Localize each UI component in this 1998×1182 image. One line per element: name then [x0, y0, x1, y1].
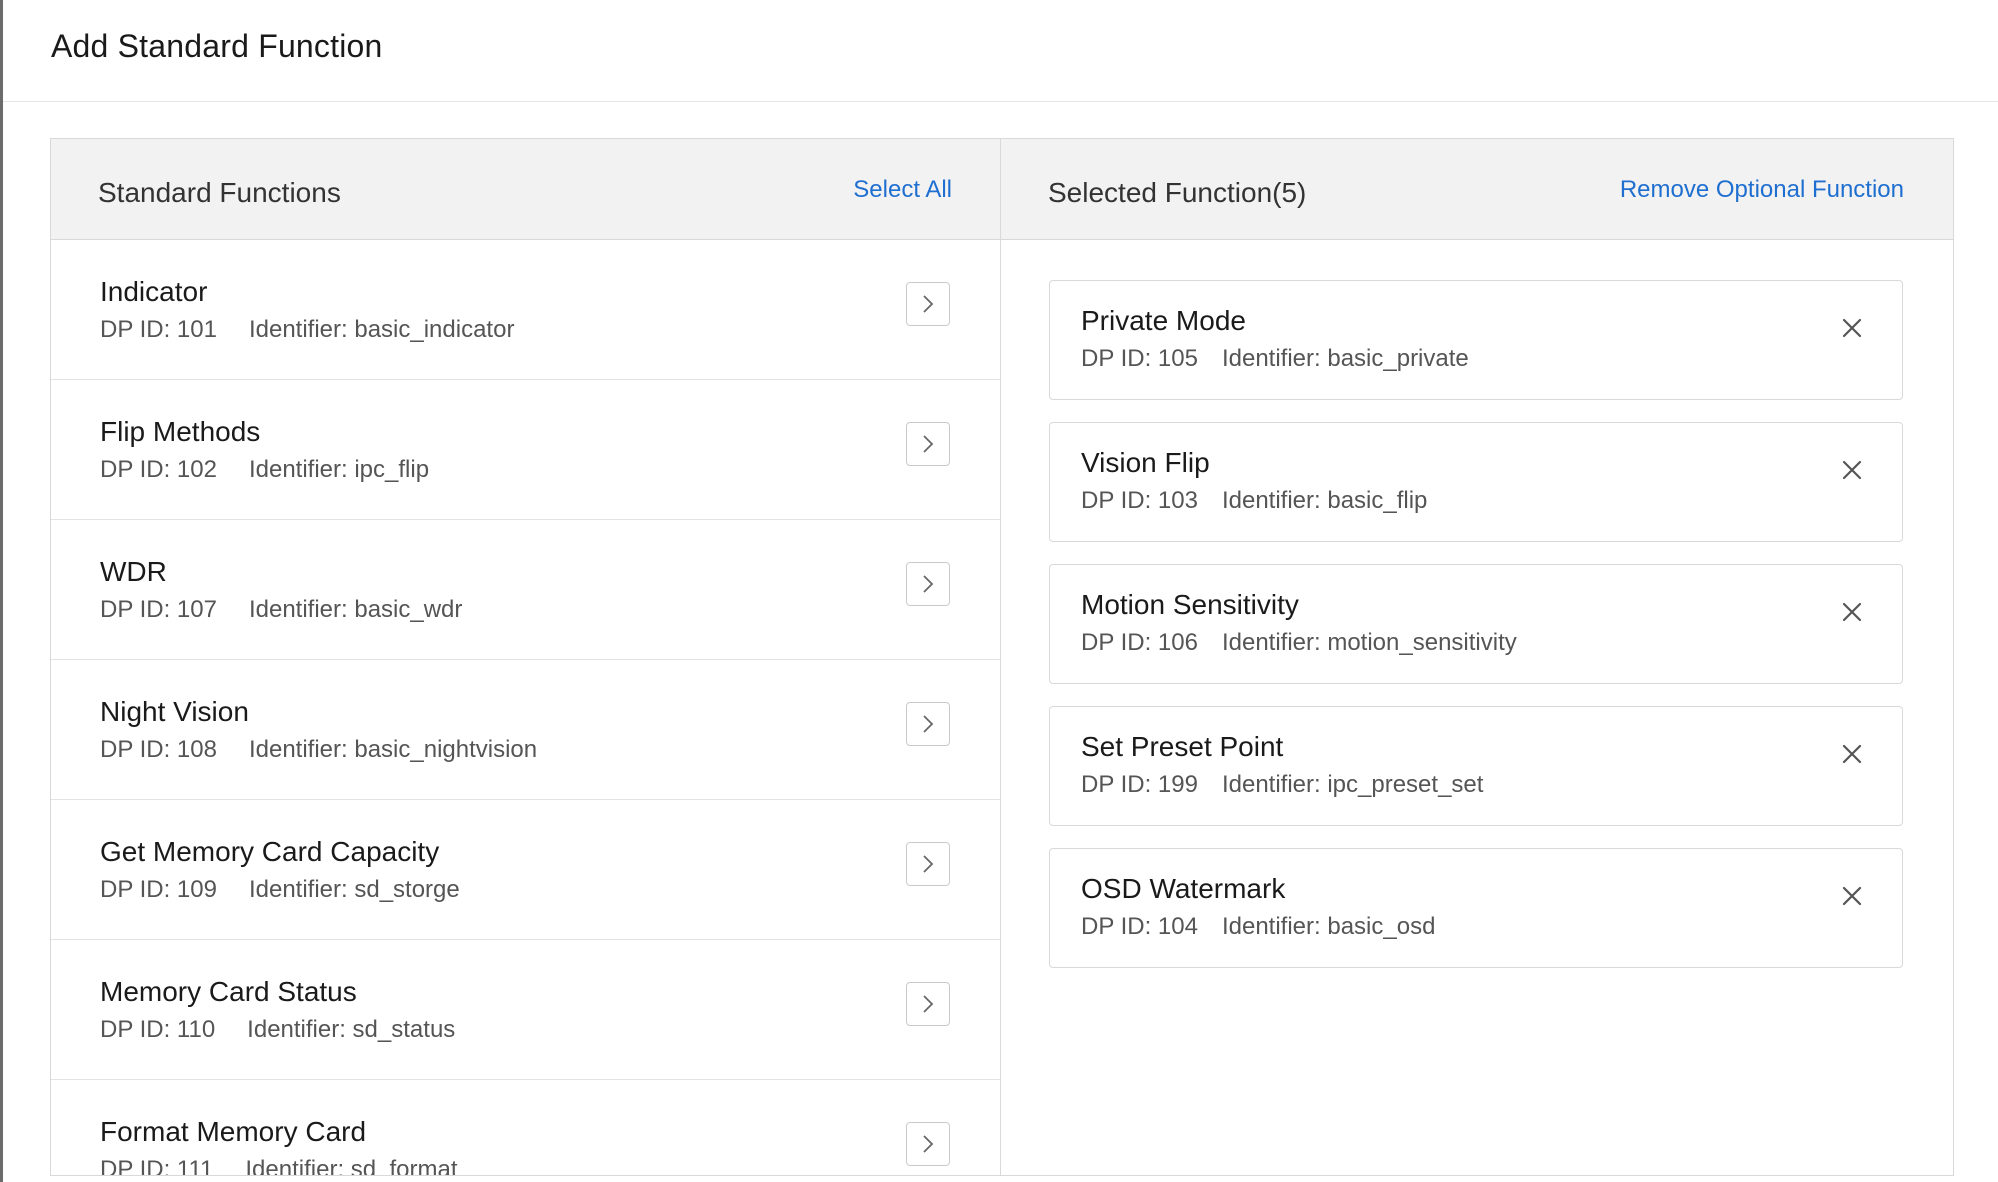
- list-item[interactable]: Get Memory Card Capacity DP ID: 109 Ident…: [51, 800, 1000, 940]
- function-meta: DP ID: 108 Identifier: basic_nightvision: [100, 736, 537, 764]
- transfer-panel: Standard Functions Select All Indicator …: [50, 138, 1954, 1176]
- dp-id: DP ID: 105: [1081, 345, 1198, 372]
- remove-function-button[interactable]: [1835, 595, 1869, 629]
- function-meta: DP ID: 105 Identifier: basic_private: [1081, 345, 1469, 373]
- dp-id: DP ID: 109: [100, 876, 217, 903]
- add-function-button[interactable]: [906, 422, 950, 466]
- dp-id: DP ID: 101: [100, 316, 217, 343]
- function-name: Private Mode: [1081, 305, 1246, 336]
- function-name: Format Memory Card: [100, 1116, 367, 1147]
- standard-functions-header: Standard Functions Select All: [51, 139, 1000, 240]
- dp-id: DP ID: 111: [100, 1156, 214, 1175]
- dp-id: DP ID: 102: [100, 456, 217, 483]
- close-icon: [1842, 602, 1862, 622]
- dp-id: DP ID: 106: [1081, 629, 1198, 656]
- identifier: Identifier: ipc_flip: [248, 456, 430, 483]
- chevron-right-icon: [923, 715, 934, 733]
- chevron-right-icon: [923, 295, 934, 313]
- add-function-button[interactable]: [906, 842, 950, 886]
- selected-function-card: Vision Flip DP ID: 103 Identifier: basic_…: [1049, 422, 1903, 542]
- add-function-button[interactable]: [906, 702, 950, 746]
- selected-function-card: Private Mode DP ID: 105 Identifier: basic…: [1049, 280, 1903, 400]
- list-item[interactable]: Format Memory Card DP ID: 111 Identifier:…: [51, 1080, 1000, 1175]
- function-meta: DP ID: 103 Identifier: basic_flip: [1081, 487, 1427, 515]
- remove-optional-function-link[interactable]: Remove Optional Function: [1620, 176, 1904, 204]
- close-icon: [1842, 318, 1862, 338]
- identifier: Identifier: basic_indicator: [248, 316, 515, 343]
- function-name: Indicator: [100, 276, 208, 307]
- add-function-button[interactable]: [906, 1122, 950, 1166]
- close-icon: [1842, 744, 1862, 764]
- function-name: Night Vision: [100, 696, 249, 727]
- chevron-right-icon: [923, 1135, 934, 1153]
- dp-id: DP ID: 104: [1081, 913, 1198, 940]
- chevron-right-icon: [923, 995, 934, 1013]
- dp-id: DP ID: 199: [1081, 771, 1198, 798]
- function-name: Vision Flip: [1081, 447, 1210, 478]
- selected-function-card: Set Preset Point DP ID: 199 Identifier: i…: [1049, 706, 1903, 826]
- chevron-right-icon: [923, 435, 934, 453]
- function-name: Memory Card Status: [100, 976, 357, 1007]
- function-meta: DP ID: 106 Identifier: motion_sensitivity: [1081, 629, 1517, 657]
- remove-function-button[interactable]: [1835, 453, 1869, 487]
- close-icon: [1842, 886, 1862, 906]
- dp-id: DP ID: 103: [1081, 487, 1198, 514]
- function-name: Motion Sensitivity: [1081, 589, 1299, 620]
- identifier: Identifier: sd_status: [247, 1016, 456, 1043]
- identifier: Identifier: basic_nightvision: [248, 736, 538, 763]
- identifier: Identifier: sd_format: [245, 1156, 458, 1175]
- modal-header: Add Standard Function: [3, 0, 1998, 102]
- list-item[interactable]: Memory Card Status DP ID: 110 Identifier:…: [51, 940, 1000, 1080]
- selected-function-card: OSD Watermark DP ID: 104 Identifier: basi…: [1049, 848, 1903, 968]
- function-name: Set Preset Point: [1081, 731, 1284, 762]
- function-meta: DP ID: 199 Identifier: ipc_preset_set: [1081, 771, 1483, 799]
- selected-functions-header: Selected Function(5) Remove Optional Fun…: [1001, 139, 1953, 240]
- chevron-right-icon: [923, 855, 934, 873]
- standard-functions-list: Indicator DP ID: 101 Identifier: basic_in…: [51, 240, 1000, 1175]
- standard-functions-panel: Standard Functions Select All Indicator …: [51, 139, 1001, 1175]
- dp-id: DP ID: 110: [100, 1016, 216, 1043]
- identifier: Identifier: basic_flip: [1221, 487, 1428, 514]
- remove-function-button[interactable]: [1835, 737, 1869, 771]
- function-name: Get Memory Card Capacity: [100, 836, 440, 867]
- standard-functions-title: Standard Functions: [98, 177, 341, 208]
- window-edge: [0, 0, 3, 1182]
- identifier: Identifier: basic_private: [1221, 345, 1469, 372]
- add-function-button[interactable]: [906, 282, 950, 326]
- identifier: Identifier: motion_sensitivity: [1221, 629, 1517, 656]
- modal-title: Add Standard Function: [51, 28, 383, 64]
- remove-function-button[interactable]: [1835, 311, 1869, 345]
- identifier: Identifier: ipc_preset_set: [1221, 771, 1484, 798]
- chevron-right-icon: [923, 575, 934, 593]
- function-meta: DP ID: 102 Identifier: ipc_flip: [100, 456, 429, 484]
- list-item[interactable]: Night Vision DP ID: 108 Identifier: basic…: [51, 660, 1000, 800]
- selected-function-card: Motion Sensitivity DP ID: 106 Identifier:…: [1049, 564, 1903, 684]
- list-item[interactable]: Flip Methods DP ID: 102 Identifier: ipc_f…: [51, 380, 1000, 520]
- identifier: Identifier: basic_osd: [1221, 913, 1436, 940]
- identifier: Identifier: basic_wdr: [248, 596, 463, 623]
- list-item[interactable]: WDR DP ID: 107 Identifier: basic_wdr: [51, 520, 1000, 660]
- function-meta: DP ID: 104 Identifier: basic_osd: [1081, 913, 1435, 941]
- close-icon: [1842, 460, 1862, 480]
- select-all-link[interactable]: Select All: [853, 176, 952, 204]
- function-name: WDR: [100, 556, 167, 587]
- function-meta: DP ID: 111 Identifier: sd_format: [100, 1156, 458, 1175]
- function-meta: DP ID: 101 Identifier: basic_indicator: [100, 316, 514, 344]
- add-function-button[interactable]: [906, 562, 950, 606]
- dp-id: DP ID: 107: [100, 596, 217, 623]
- function-meta: DP ID: 110 Identifier: sd_status: [100, 1016, 455, 1044]
- function-name: Flip Methods: [100, 416, 261, 447]
- function-meta: DP ID: 107 Identifier: basic_wdr: [100, 596, 462, 624]
- selected-functions-panel: Selected Function(5) Remove Optional Fun…: [1001, 139, 1953, 1175]
- dp-id: DP ID: 108: [100, 736, 217, 763]
- remove-function-button[interactable]: [1835, 879, 1869, 913]
- selected-functions-title: Selected Function(5): [1048, 177, 1307, 208]
- function-name: OSD Watermark: [1081, 873, 1286, 904]
- list-item[interactable]: Indicator DP ID: 101 Identifier: basic_in…: [51, 240, 1000, 380]
- add-function-button[interactable]: [906, 982, 950, 1026]
- function-meta: DP ID: 109 Identifier: sd_storge: [100, 876, 460, 904]
- identifier: Identifier: sd_storge: [248, 876, 460, 903]
